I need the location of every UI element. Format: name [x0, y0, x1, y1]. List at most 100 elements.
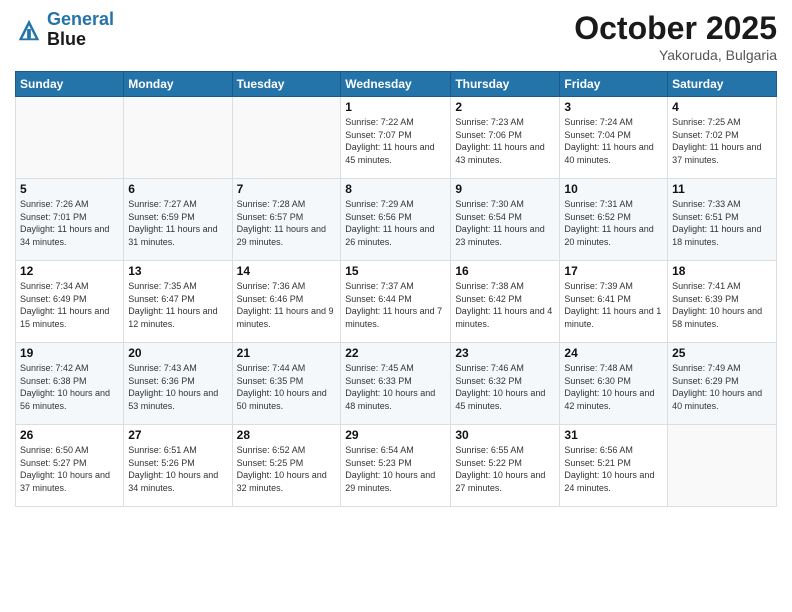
day-info: Sunrise: 7:48 AM Sunset: 6:30 PM Dayligh…: [564, 362, 663, 412]
day-info: Sunrise: 7:22 AM Sunset: 7:07 PM Dayligh…: [345, 116, 446, 166]
header-wednesday: Wednesday: [341, 72, 451, 97]
day-number: 19: [20, 346, 119, 360]
day-number: 6: [128, 182, 227, 196]
calendar-cell: [668, 425, 777, 507]
day-info: Sunrise: 7:43 AM Sunset: 6:36 PM Dayligh…: [128, 362, 227, 412]
day-number: 1: [345, 100, 446, 114]
day-info: Sunrise: 7:27 AM Sunset: 6:59 PM Dayligh…: [128, 198, 227, 248]
day-number: 23: [455, 346, 555, 360]
day-number: 22: [345, 346, 446, 360]
day-info: Sunrise: 7:25 AM Sunset: 7:02 PM Dayligh…: [672, 116, 772, 166]
day-number: 2: [455, 100, 555, 114]
calendar-header-row: Sunday Monday Tuesday Wednesday Thursday…: [16, 72, 777, 97]
day-number: 11: [672, 182, 772, 196]
calendar-cell: 14 Sunrise: 7:36 AM Sunset: 6:46 PM Dayli…: [232, 261, 341, 343]
day-number: 17: [564, 264, 663, 278]
calendar-week-3: 12Sunrise: 7:34 AM Sunset: 6:49 PM Dayli…: [16, 261, 777, 343]
calendar-cell: 10 Sunrise: 7:31 AM Sunset: 6:52 PM Dayli…: [560, 179, 668, 261]
calendar-cell: 16Sunrise: 7:38 AM Sunset: 6:42 PM Dayli…: [451, 261, 560, 343]
calendar-cell: 6 Sunrise: 7:27 AM Sunset: 6:59 PM Daylig…: [124, 179, 232, 261]
day-number: 20: [128, 346, 227, 360]
month-title: October 2025: [574, 10, 777, 47]
day-number: 10: [564, 182, 663, 196]
day-info: Sunrise: 7:39 AM Sunset: 6:41 PM Dayligh…: [564, 280, 663, 330]
day-info: Sunrise: 6:56 AM Sunset: 5:21 PM Dayligh…: [564, 444, 663, 494]
calendar-cell: 30 Sunrise: 6:55 AM Sunset: 5:22 PM Dayli…: [451, 425, 560, 507]
day-info: Sunrise: 7:37 AM Sunset: 6:44 PM Dayligh…: [345, 280, 446, 330]
day-number: 4: [672, 100, 772, 114]
calendar-week-5: 26 Sunrise: 6:50 AM Sunset: 5:27 PM Dayli…: [16, 425, 777, 507]
page-container: General Blue October 2025 Yakoruda, Bulg…: [0, 0, 792, 612]
day-number: 28: [237, 428, 337, 442]
calendar-cell: 18Sunrise: 7:41 AM Sunset: 6:39 PM Dayli…: [668, 261, 777, 343]
day-info: Sunrise: 7:41 AM Sunset: 6:39 PM Dayligh…: [672, 280, 772, 330]
calendar-cell: 9Sunrise: 7:30 AM Sunset: 6:54 PM Daylig…: [451, 179, 560, 261]
calendar-cell: 8 Sunrise: 7:29 AM Sunset: 6:56 PM Daylig…: [341, 179, 451, 261]
location-subtitle: Yakoruda, Bulgaria: [574, 47, 777, 63]
day-info: Sunrise: 6:55 AM Sunset: 5:22 PM Dayligh…: [455, 444, 555, 494]
day-number: 8: [345, 182, 446, 196]
day-info: Sunrise: 7:35 AM Sunset: 6:47 PM Dayligh…: [128, 280, 227, 330]
calendar-cell: [232, 97, 341, 179]
calendar-cell: 7Sunrise: 7:28 AM Sunset: 6:57 PM Daylig…: [232, 179, 341, 261]
day-info: Sunrise: 6:51 AM Sunset: 5:26 PM Dayligh…: [128, 444, 227, 494]
day-info: Sunrise: 7:24 AM Sunset: 7:04 PM Dayligh…: [564, 116, 663, 166]
calendar-cell: 21Sunrise: 7:44 AM Sunset: 6:35 PM Dayli…: [232, 343, 341, 425]
calendar-cell: 25 Sunrise: 7:49 AM Sunset: 6:29 PM Dayli…: [668, 343, 777, 425]
header-friday: Friday: [560, 72, 668, 97]
header-saturday: Saturday: [668, 72, 777, 97]
calendar-cell: 11 Sunrise: 7:33 AM Sunset: 6:51 PM Dayli…: [668, 179, 777, 261]
logo-icon: [15, 16, 43, 44]
day-number: 25: [672, 346, 772, 360]
day-number: 15: [345, 264, 446, 278]
logo-line1: General: [47, 9, 114, 29]
calendar-table: Sunday Monday Tuesday Wednesday Thursday…: [15, 71, 777, 507]
day-info: Sunrise: 7:42 AM Sunset: 6:38 PM Dayligh…: [20, 362, 119, 412]
calendar-cell: 26 Sunrise: 6:50 AM Sunset: 5:27 PM Dayli…: [16, 425, 124, 507]
calendar-cell: 23 Sunrise: 7:46 AM Sunset: 6:32 PM Dayli…: [451, 343, 560, 425]
day-info: Sunrise: 7:33 AM Sunset: 6:51 PM Dayligh…: [672, 198, 772, 248]
calendar-week-4: 19 Sunrise: 7:42 AM Sunset: 6:38 PM Dayli…: [16, 343, 777, 425]
calendar-cell: 3 Sunrise: 7:24 AM Sunset: 7:04 PM Daylig…: [560, 97, 668, 179]
day-info: Sunrise: 7:23 AM Sunset: 7:06 PM Dayligh…: [455, 116, 555, 166]
header-monday: Monday: [124, 72, 232, 97]
day-number: 29: [345, 428, 446, 442]
day-info: Sunrise: 7:44 AM Sunset: 6:35 PM Dayligh…: [237, 362, 337, 412]
calendar-cell: 1 Sunrise: 7:22 AM Sunset: 7:07 PM Daylig…: [341, 97, 451, 179]
calendar-cell: 5Sunrise: 7:26 AM Sunset: 7:01 PM Daylig…: [16, 179, 124, 261]
calendar-cell: 12Sunrise: 7:34 AM Sunset: 6:49 PM Dayli…: [16, 261, 124, 343]
calendar-cell: 22Sunrise: 7:45 AM Sunset: 6:33 PM Dayli…: [341, 343, 451, 425]
header-sunday: Sunday: [16, 72, 124, 97]
calendar-cell: 24Sunrise: 7:48 AM Sunset: 6:30 PM Dayli…: [560, 343, 668, 425]
day-info: Sunrise: 7:26 AM Sunset: 7:01 PM Dayligh…: [20, 198, 119, 248]
logo: General Blue: [15, 10, 114, 50]
day-info: Sunrise: 7:28 AM Sunset: 6:57 PM Dayligh…: [237, 198, 337, 248]
day-info: Sunrise: 7:49 AM Sunset: 6:29 PM Dayligh…: [672, 362, 772, 412]
day-info: Sunrise: 6:52 AM Sunset: 5:25 PM Dayligh…: [237, 444, 337, 494]
header-tuesday: Tuesday: [232, 72, 341, 97]
day-number: 27: [128, 428, 227, 442]
calendar-cell: 13 Sunrise: 7:35 AM Sunset: 6:47 PM Dayli…: [124, 261, 232, 343]
day-number: 12: [20, 264, 119, 278]
day-number: 14: [237, 264, 337, 278]
calendar-cell: 19 Sunrise: 7:42 AM Sunset: 6:38 PM Dayli…: [16, 343, 124, 425]
day-info: Sunrise: 7:38 AM Sunset: 6:42 PM Dayligh…: [455, 280, 555, 330]
calendar-cell: 17 Sunrise: 7:39 AM Sunset: 6:41 PM Dayli…: [560, 261, 668, 343]
day-info: Sunrise: 7:36 AM Sunset: 6:46 PM Dayligh…: [237, 280, 337, 330]
calendar-cell: 28 Sunrise: 6:52 AM Sunset: 5:25 PM Dayli…: [232, 425, 341, 507]
logo-text: General Blue: [47, 10, 114, 50]
day-number: 30: [455, 428, 555, 442]
day-number: 26: [20, 428, 119, 442]
calendar-cell: 20 Sunrise: 7:43 AM Sunset: 6:36 PM Dayli…: [124, 343, 232, 425]
calendar-cell: 15 Sunrise: 7:37 AM Sunset: 6:44 PM Dayli…: [341, 261, 451, 343]
title-block: October 2025 Yakoruda, Bulgaria: [574, 10, 777, 63]
day-info: Sunrise: 7:46 AM Sunset: 6:32 PM Dayligh…: [455, 362, 555, 412]
header: General Blue October 2025 Yakoruda, Bulg…: [15, 10, 777, 63]
day-info: Sunrise: 7:30 AM Sunset: 6:54 PM Dayligh…: [455, 198, 555, 248]
day-number: 3: [564, 100, 663, 114]
calendar-cell: 31Sunrise: 6:56 AM Sunset: 5:21 PM Dayli…: [560, 425, 668, 507]
day-info: Sunrise: 6:50 AM Sunset: 5:27 PM Dayligh…: [20, 444, 119, 494]
day-info: Sunrise: 7:31 AM Sunset: 6:52 PM Dayligh…: [564, 198, 663, 248]
day-number: 13: [128, 264, 227, 278]
day-info: Sunrise: 7:29 AM Sunset: 6:56 PM Dayligh…: [345, 198, 446, 248]
